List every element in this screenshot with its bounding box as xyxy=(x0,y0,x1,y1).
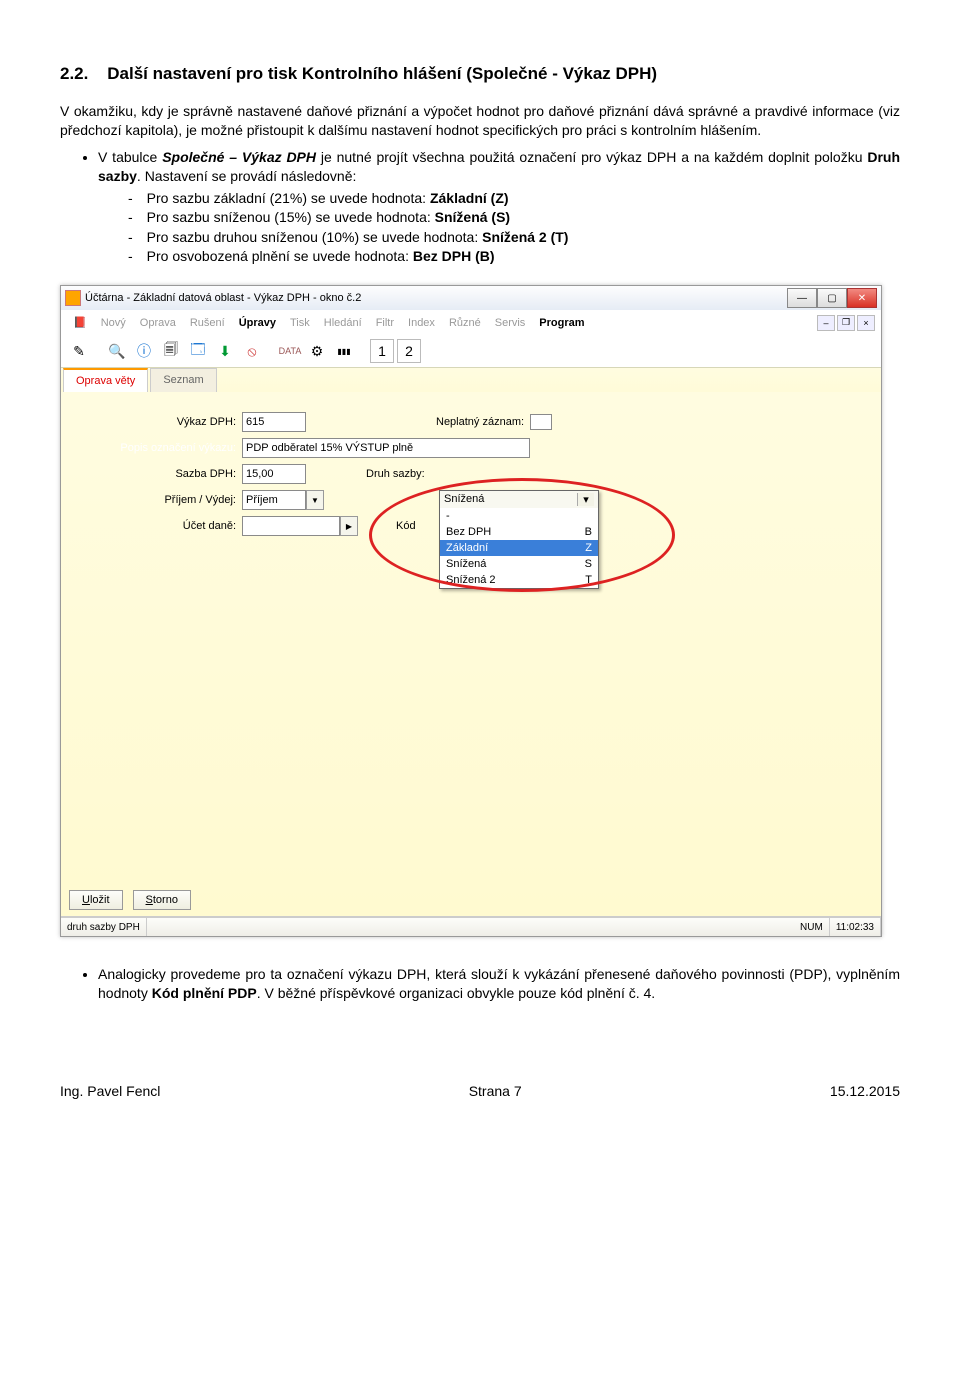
search-icon[interactable]: 🔍 xyxy=(105,339,129,363)
menu-tisk[interactable]: Tisk xyxy=(284,315,316,331)
menu-index[interactable]: Index xyxy=(402,315,441,331)
select-prijem-vydej[interactable]: Příjem xyxy=(242,490,306,510)
book-icon: 📕 xyxy=(67,314,93,331)
footer-page: Strana 7 xyxy=(469,1083,522,1099)
label-popis: Popis označení výkazu: xyxy=(61,442,242,454)
bullet-emph: Společné – Výkaz DPH xyxy=(162,149,316,165)
info-icon[interactable]: ⓘ xyxy=(132,339,156,363)
edit-icon[interactable]: ✎ xyxy=(67,339,91,363)
status-time: 11:02:33 xyxy=(830,918,881,936)
label-vykaz-dph: Výkaz DPH: xyxy=(61,416,242,428)
intro-paragraph: V okamžiku, kdy je správně nastavené daň… xyxy=(60,102,900,140)
checkbox-neplatny[interactable] xyxy=(530,414,552,430)
bullet-text: . Nastavení se provádí následovně: xyxy=(137,168,356,184)
print-icon[interactable]: 🗔 xyxy=(186,339,210,363)
footer-author: Ing. Pavel Fencl xyxy=(60,1083,160,1099)
tool-icon[interactable]: ⚙ xyxy=(305,339,329,363)
barcode-icon[interactable]: ▮▮▮ xyxy=(332,339,356,363)
status-text: druh sazby DPH xyxy=(61,918,147,936)
input-ucet-dane[interactable] xyxy=(242,516,340,536)
tab-oprava-vety[interactable]: Oprava věty xyxy=(63,368,148,392)
menu-hledani[interactable]: Hledání xyxy=(318,315,368,331)
menu-program[interactable]: Program xyxy=(533,315,590,331)
app-window: Účtárna - Základní datová oblast - Výkaz… xyxy=(60,285,882,937)
menubar: 📕 Nový Oprava Rušení Úpravy Tisk Hledání… xyxy=(61,310,881,335)
mdi-minimize-button[interactable]: – xyxy=(817,315,835,331)
label-sazba-dph: Sazba DPH: xyxy=(61,468,242,480)
dropdown-item-blank[interactable]: - xyxy=(440,508,598,524)
goto-button-ucet[interactable]: ▶ xyxy=(340,516,358,536)
label-neplatny: Neplatný záznam: xyxy=(436,416,530,428)
toolbar: ✎ 🔍 ⓘ 🗐 🗔 ⬇ ⦸ DATA ⚙ ▮▮▮ 1 2 xyxy=(61,335,881,368)
input-sazba-dph[interactable]: 15,00 xyxy=(242,464,306,484)
sub-bullet: Pro sazbu základní (21%) se uvede hodnot… xyxy=(128,189,900,209)
window-title: Účtárna - Základní datová oblast - Výkaz… xyxy=(85,292,361,304)
maximize-button[interactable]: ▢ xyxy=(817,288,847,308)
bullet-1: V tabulce Společné – Výkaz DPH je nutné … xyxy=(98,148,900,267)
bullet-text: je nutné projít všechna použitá označení… xyxy=(316,149,867,165)
dropdown-item-bez-dph[interactable]: Bez DPHB xyxy=(440,524,598,540)
label-prijem-vydej: Příjem / Výdej: xyxy=(61,494,242,506)
mdi-restore-button[interactable]: ❐ xyxy=(837,315,855,331)
menu-filtr[interactable]: Filtr xyxy=(370,315,400,331)
dropdown-selected: Snížená xyxy=(444,493,484,506)
dropdown-arrow-prijem[interactable]: ▼ xyxy=(306,490,324,510)
copy-icon[interactable]: 🗐 xyxy=(159,339,183,363)
mdi-close-button[interactable]: × xyxy=(857,315,875,331)
sub-bullet: Pro osvobozená plnění se uvede hodnota: … xyxy=(128,247,900,267)
titlebar: Účtárna - Základní datová oblast - Výkaz… xyxy=(61,286,881,310)
bullet-text: V tabulce xyxy=(98,149,162,165)
label-kod: Kód xyxy=(396,520,422,532)
status-num: NUM xyxy=(794,918,830,936)
sub-bullet: Pro sazbu sníženou (15%) se uvede hodnot… xyxy=(128,208,900,228)
section-number: 2.2. xyxy=(60,64,88,83)
data-icon[interactable]: DATA xyxy=(278,339,302,363)
label-druh-sazby: Druh sazby: xyxy=(366,468,431,480)
win1-button[interactable]: 1 xyxy=(370,339,394,363)
chevron-down-icon[interactable]: ▾ xyxy=(577,493,594,506)
menu-ruzne[interactable]: Různé xyxy=(443,315,487,331)
label-ucet-dane: Účet daně: xyxy=(61,520,242,532)
menu-oprava[interactable]: Oprava xyxy=(134,315,182,331)
dropdown-item-snizena2[interactable]: Snížená 2T xyxy=(440,572,598,588)
win2-button[interactable]: 2 xyxy=(397,339,421,363)
section-title: Další nastavení pro tisk Kontrolního hlá… xyxy=(107,64,657,83)
section-heading: 2.2. Další nastavení pro tisk Kontrolníh… xyxy=(60,64,900,84)
export-icon[interactable]: ⬇ xyxy=(213,339,237,363)
input-popis[interactable]: PDP odběratel 15% VÝSTUP plně xyxy=(242,438,530,458)
statusbar: druh sazby DPH NUM 11:02:33 xyxy=(61,917,881,936)
dropdown-druh-sazby[interactable]: Snížená ▾ - Bez DPHB ZákladníZ SníženáS … xyxy=(439,490,599,589)
menu-upravy[interactable]: Úpravy xyxy=(233,315,282,331)
form-area: Výkaz DPH: 615 Neplatný záznam: Popis oz… xyxy=(61,392,881,917)
menu-ruseni[interactable]: Rušení xyxy=(184,315,231,331)
input-vykaz-dph[interactable]: 615 xyxy=(242,412,306,432)
footer-date: 15.12.2015 xyxy=(830,1083,900,1099)
menu-novy[interactable]: Nový xyxy=(95,315,132,331)
sub-bullet: Pro sazbu druhou sníženou (10%) se uvede… xyxy=(128,228,900,248)
dropdown-item-snizena[interactable]: SníženáS xyxy=(440,556,598,572)
menu-servis[interactable]: Servis xyxy=(489,315,532,331)
close-button[interactable]: ✕ xyxy=(847,288,877,308)
app-icon xyxy=(65,290,81,306)
tab-seznam[interactable]: Seznam xyxy=(150,368,216,392)
cancel-button[interactable]: SStornotorno xyxy=(133,890,191,910)
save-button[interactable]: UUložitložit xyxy=(69,890,123,910)
bullet-outro: Analogicky provedeme pro ta označení výk… xyxy=(98,965,900,1003)
page-footer: Ing. Pavel Fencl Strana 7 15.12.2015 xyxy=(60,1083,900,1099)
minimize-button[interactable]: — xyxy=(787,288,817,308)
delete-icon[interactable]: ⦸ xyxy=(240,339,264,363)
dropdown-item-zakladni[interactable]: ZákladníZ xyxy=(440,540,598,556)
